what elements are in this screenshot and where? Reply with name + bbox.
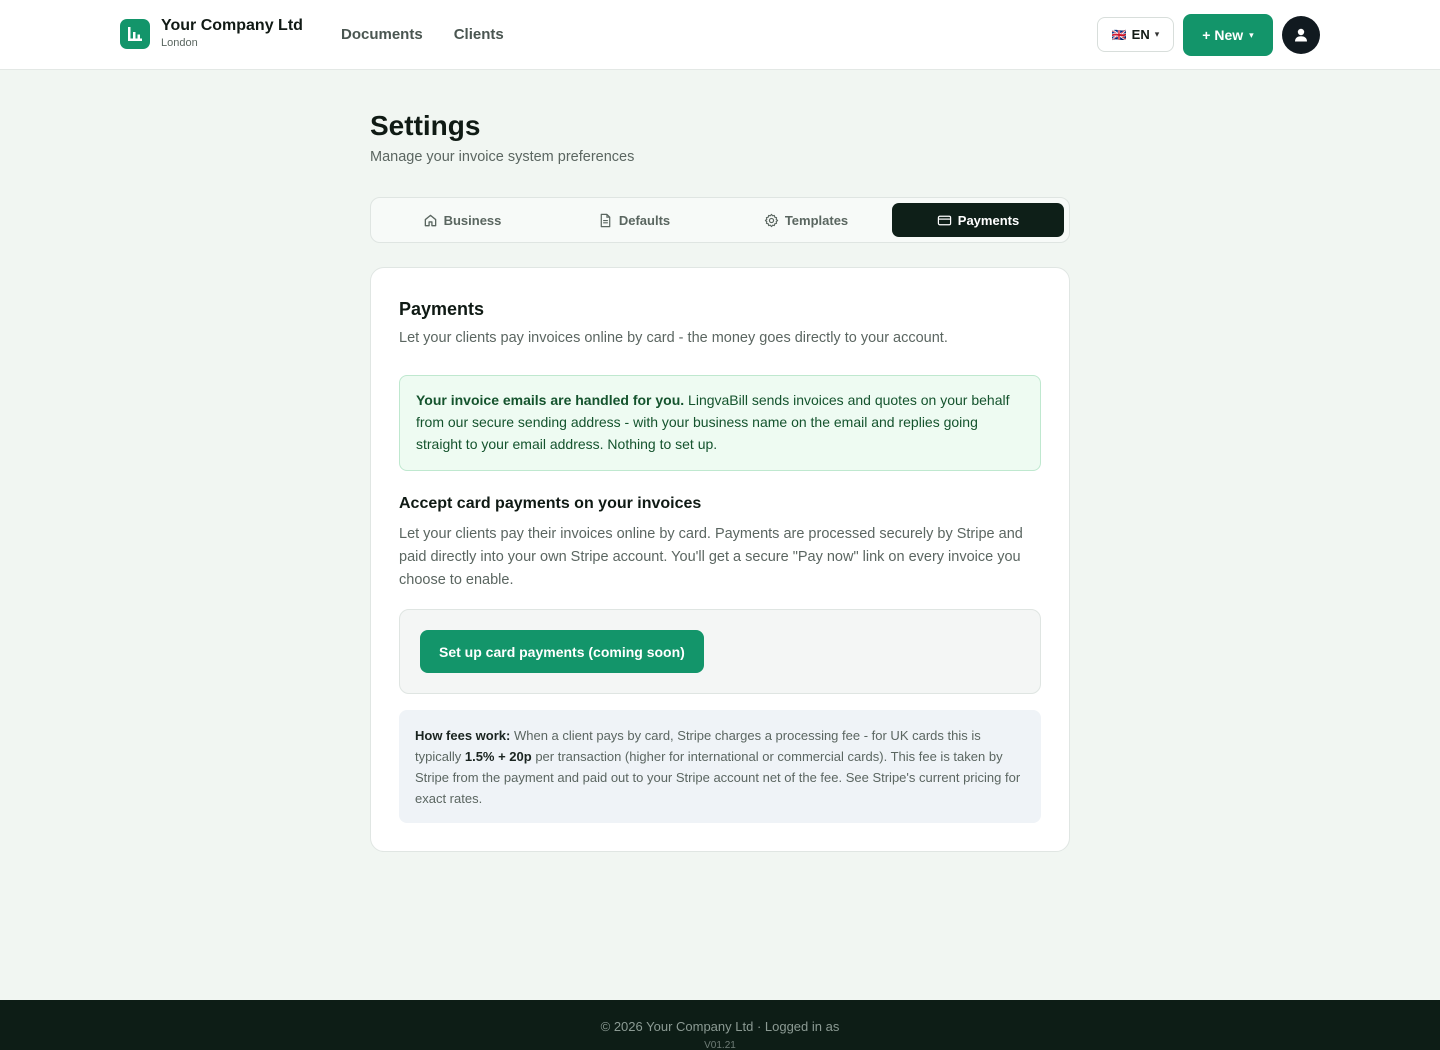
chevron-down-icon: ▾ xyxy=(1249,29,1254,40)
setup-card-payments-button[interactable]: Set up card payments (coming soon) xyxy=(420,630,704,673)
footer-version: V01.21 xyxy=(704,1040,736,1050)
settings-tabs: Business Defaults Templates Payments xyxy=(370,197,1070,243)
fees-label: How fees work: xyxy=(415,728,511,743)
tab-label: Defaults xyxy=(618,212,671,228)
page-subtitle: Manage your invoice system preferences xyxy=(370,149,635,165)
setup-panel: Set up card payments (coming soon) xyxy=(399,609,1041,694)
fees-rate: 1.5% + 20p xyxy=(464,749,532,764)
user-avatar[interactable] xyxy=(1282,16,1320,54)
gear-icon xyxy=(764,213,778,227)
user-icon xyxy=(1295,28,1307,42)
tab-defaults[interactable]: Defaults xyxy=(548,203,720,237)
credit-card-icon xyxy=(937,215,951,225)
language-label: EN xyxy=(1131,27,1150,42)
card-payments-description: Let your clients pay their invoices onli… xyxy=(399,526,1023,588)
uk-flag-icon: 🇬🇧 xyxy=(1111,27,1127,42)
nav-link-clients[interactable]: Clients xyxy=(454,26,504,43)
bar-chart-logo-icon xyxy=(120,18,150,49)
tab-templates[interactable]: Templates xyxy=(720,203,892,237)
fees-info: How fees work: When a client pays by car… xyxy=(399,710,1041,823)
page-footer: © 2026 Your Company Ltd · Logged in as V… xyxy=(0,1000,1440,1050)
payments-description: Let your clients pay invoices online by … xyxy=(399,330,948,346)
tab-payments[interactable]: Payments xyxy=(892,203,1064,237)
tab-business[interactable]: Business xyxy=(376,203,548,237)
payments-title: Payments xyxy=(399,299,485,319)
tab-label: Business xyxy=(443,212,502,228)
payments-card: Payments Let your clients pay invoices o… xyxy=(370,267,1070,852)
card-payments-heading: Accept card payments on your invoices xyxy=(399,495,702,512)
tab-label: Payments xyxy=(957,212,1020,228)
main-nav: Documents Clients xyxy=(341,26,504,43)
home-icon xyxy=(424,214,436,226)
chevron-down-icon: ▾ xyxy=(1154,29,1160,39)
page-title: Settings xyxy=(370,110,481,141)
notice-heading: Your invoice emails are handled for you. xyxy=(416,392,685,408)
language-selector[interactable]: 🇬🇧 EN ▾ xyxy=(1097,17,1174,52)
top-navigation-bar: Your Company Ltd London Documents Client… xyxy=(0,0,1440,70)
settings-page: Settings Manage your invoice system pref… xyxy=(370,109,1070,852)
footer-copyright: © 2026 Your Company Ltd · Logged in as xyxy=(600,1019,840,1034)
document-icon xyxy=(600,213,611,227)
nav-link-documents[interactable]: Documents xyxy=(341,26,423,43)
company-brand[interactable]: Your Company Ltd London xyxy=(120,16,303,51)
tab-label: Templates xyxy=(784,212,849,228)
company-city: London xyxy=(161,37,198,49)
new-button-label: + New xyxy=(1202,27,1244,43)
company-name: Your Company Ltd xyxy=(161,17,303,34)
email-info-notice: Your invoice emails are handled for you.… xyxy=(399,375,1041,471)
new-document-button[interactable]: + New ▾ xyxy=(1183,14,1273,56)
